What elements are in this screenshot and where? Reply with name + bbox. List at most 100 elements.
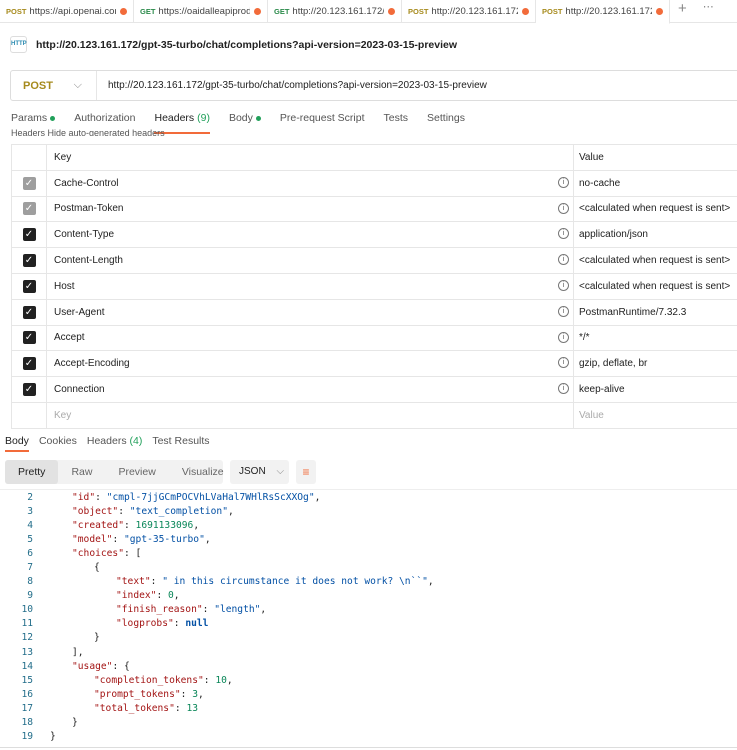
tab-settings[interactable]: Settings: [427, 112, 465, 132]
code-token: "created": [72, 520, 124, 532]
tab-tests[interactable]: Tests: [384, 112, 409, 132]
tab-label: Headers: [86, 435, 127, 447]
header-key-cell[interactable]: User-Agent i: [46, 298, 574, 326]
view-preview[interactable]: Preview: [105, 460, 168, 484]
format-select[interactable]: JSON ⌵: [230, 460, 289, 484]
info-icon[interactable]: i: [558, 279, 569, 291]
info-icon[interactable]: i: [558, 228, 569, 240]
code-token: " in this circumstance it does not work?…: [162, 576, 428, 588]
new-key-input[interactable]: Key: [46, 401, 574, 429]
response-body-code[interactable]: 2 "id": "cmpl-7jjGCmPOCVhLVaHal7WHlRsScXX…: [0, 491, 737, 744]
tab-label: Params: [11, 112, 48, 124]
tab-response-body[interactable]: Body: [5, 435, 29, 452]
info-icon[interactable]: i: [558, 331, 569, 343]
request-title[interactable]: http://20.123.161.172/gpt-35-turbo/chat/…: [36, 39, 457, 51]
code-line: 3 "object": "text_completion",: [0, 505, 737, 519]
header-value[interactable]: no-cache: [573, 169, 737, 197]
header-checkbox[interactable]: ✓: [22, 279, 36, 293]
code-line: 18}: [0, 716, 737, 730]
header-checkbox[interactable]: ✓: [22, 383, 36, 397]
view-visualize[interactable]: Visualize: [169, 460, 237, 484]
header-key-cell[interactable]: Content-Length i: [46, 247, 574, 274]
header-key-cell[interactable]: Host i: [46, 272, 574, 300]
header-value[interactable]: */*: [573, 324, 737, 352]
method-select[interactable]: POST ⌵: [11, 71, 97, 100]
wrap-lines-icon[interactable]: ≡: [296, 460, 316, 484]
header-value[interactable]: gzip, deflate, br: [573, 350, 737, 378]
header-cell: [11, 144, 47, 171]
more-icon[interactable]: ⋯: [695, 0, 722, 22]
header-value[interactable]: <calculated when request is sent>: [573, 247, 737, 274]
header-key-cell[interactable]: Accept-Encoding i: [46, 350, 574, 378]
request-tab[interactable]: GET https://oaidalleapiprod: [134, 0, 268, 22]
hide-auto-generated-headers[interactable]: Headers Hide auto-generated headers: [11, 128, 165, 136]
view-raw[interactable]: Raw: [58, 460, 105, 484]
code-line: 12}: [0, 631, 737, 645]
line-number: 2: [27, 492, 33, 503]
info-icon[interactable]: i: [558, 254, 569, 266]
code-token: :: [203, 674, 216, 686]
tab-prerequest-script[interactable]: Pre-request Script: [280, 112, 365, 132]
code-token: ,: [427, 576, 434, 588]
info-icon[interactable]: i: [558, 383, 569, 395]
new-value-input[interactable]: Value: [573, 401, 737, 429]
header-value[interactable]: keep-alive: [573, 376, 737, 403]
request-tab[interactable]: POSThttp://20.123.161.172/g: [536, 0, 670, 24]
header-key-cell[interactable]: Postman-Token i: [46, 195, 574, 223]
header-checkbox[interactable]: ✓: [22, 176, 36, 190]
code-token: : [: [123, 548, 142, 560]
code-token: "completion_tokens": [94, 674, 204, 686]
url-input[interactable]: http://20.123.161.172/gpt-35-turbo/chat/…: [97, 80, 487, 91]
view-mode-selector: Pretty Raw Preview Visualize: [5, 460, 224, 484]
code-token: "text": [116, 576, 151, 588]
status-dot: [50, 115, 56, 121]
tab-response-headers[interactable]: Headers (4): [87, 435, 142, 447]
tab-cookies[interactable]: Cookies: [39, 435, 77, 447]
line-number: 4: [27, 520, 33, 532]
header-value[interactable]: <calculated when request is sent>: [573, 195, 737, 223]
header-checkbox[interactable]: ✓: [22, 305, 36, 319]
headers-count: (4): [129, 435, 143, 447]
header-checkbox[interactable]: ✓: [22, 202, 36, 216]
header-checkbox[interactable]: ✓: [22, 254, 36, 268]
header-key-cell[interactable]: Connection i: [46, 376, 574, 403]
info-icon[interactable]: i: [558, 176, 569, 188]
header-row: ✓ Postman-Token i <calculated when request …: [11, 195, 737, 223]
code-token: ,: [227, 506, 234, 518]
code-line: 17 "total_tokens": 13: [0, 702, 737, 716]
header-key-cell[interactable]: Content-Type i: [46, 221, 574, 249]
view-pretty[interactable]: Pretty: [5, 460, 59, 484]
code-token: "gpt-35-turbo": [124, 534, 205, 546]
request-tab[interactable]: GEThttp://20.123.161.172/he: [268, 0, 402, 22]
code-line: 2 "id": "cmpl-7jjGCmPOCVhLVaHal7WHlRsScXX…: [0, 491, 737, 505]
request-tab[interactable]: POSThttp://20.123.161.172/g: [402, 0, 536, 22]
line-number: 7: [27, 562, 33, 574]
tab-test-results[interactable]: Test Results: [152, 435, 209, 447]
tab-body[interactable]: Body: [229, 112, 261, 132]
tab-method: GET: [274, 6, 290, 16]
header-checkbox[interactable]: ✓: [22, 228, 36, 242]
header-key-cell[interactable]: Accept i: [46, 324, 574, 352]
checkbox-cell: ✓: [11, 272, 47, 300]
header-checkbox[interactable]: ✓: [22, 357, 36, 371]
line-number: 10: [21, 604, 33, 616]
header-key: Host: [54, 280, 75, 292]
header-checkbox[interactable]: ✓: [22, 331, 36, 345]
line-number: 14: [21, 660, 33, 672]
header-value[interactable]: PostmanRuntime/7.32.3: [573, 298, 737, 326]
code-token: "length": [214, 604, 261, 616]
line-number: 18: [21, 716, 33, 728]
code-token: ,: [226, 674, 233, 686]
info-icon[interactable]: i: [558, 305, 569, 317]
info-icon[interactable]: i: [558, 202, 569, 214]
header-value[interactable]: <calculated when request is sent>: [573, 272, 737, 300]
plus-icon[interactable]: +: [670, 0, 695, 22]
code-token: ,: [173, 590, 180, 602]
header-key-cell[interactable]: Cache-Control i: [46, 169, 574, 197]
header-value[interactable]: application/json: [573, 221, 737, 249]
request-tab[interactable]: POST https://api.openai.cor: [0, 0, 134, 22]
code-token: }: [72, 716, 78, 728]
header-row: ✓ User-Agent i PostmanRuntime/7.32.3: [11, 298, 737, 326]
info-icon[interactable]: i: [558, 357, 569, 369]
header-key: Postman-Token: [54, 203, 124, 215]
